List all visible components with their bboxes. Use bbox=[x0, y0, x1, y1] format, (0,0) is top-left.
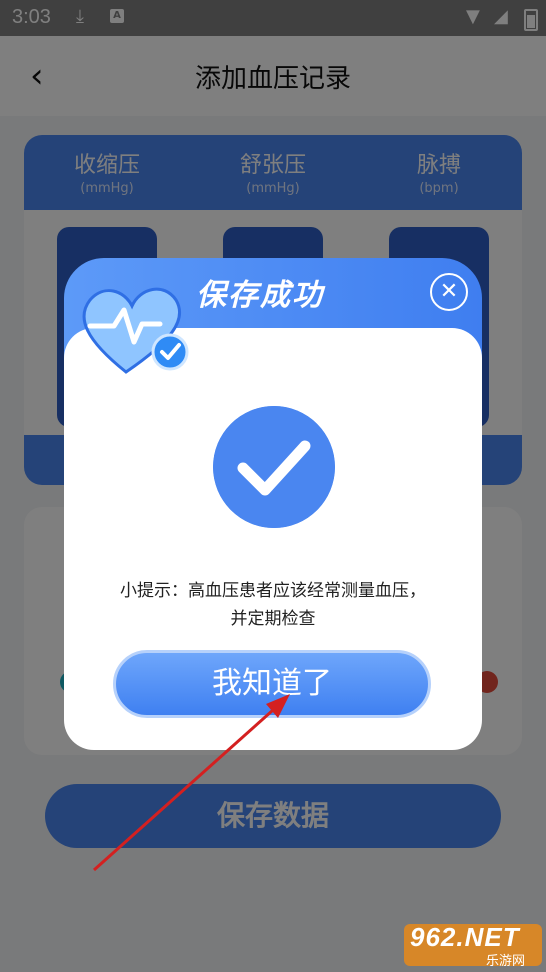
tip-text-line2: 并定期检查 bbox=[230, 609, 316, 629]
watermark-subtext: 乐游网 bbox=[486, 954, 526, 969]
close-icon[interactable]: ✕ bbox=[430, 273, 468, 311]
success-check-icon bbox=[213, 406, 335, 528]
heart-check-icon bbox=[82, 287, 189, 374]
watermark-text: 962.NET bbox=[410, 922, 520, 952]
tip-text-line1: 小提示：高血压患者应该经常测量血压， bbox=[120, 581, 426, 601]
dialog-title: 保存成功 bbox=[196, 278, 324, 313]
got-it-button[interactable]: 我知道了 bbox=[113, 650, 431, 718]
